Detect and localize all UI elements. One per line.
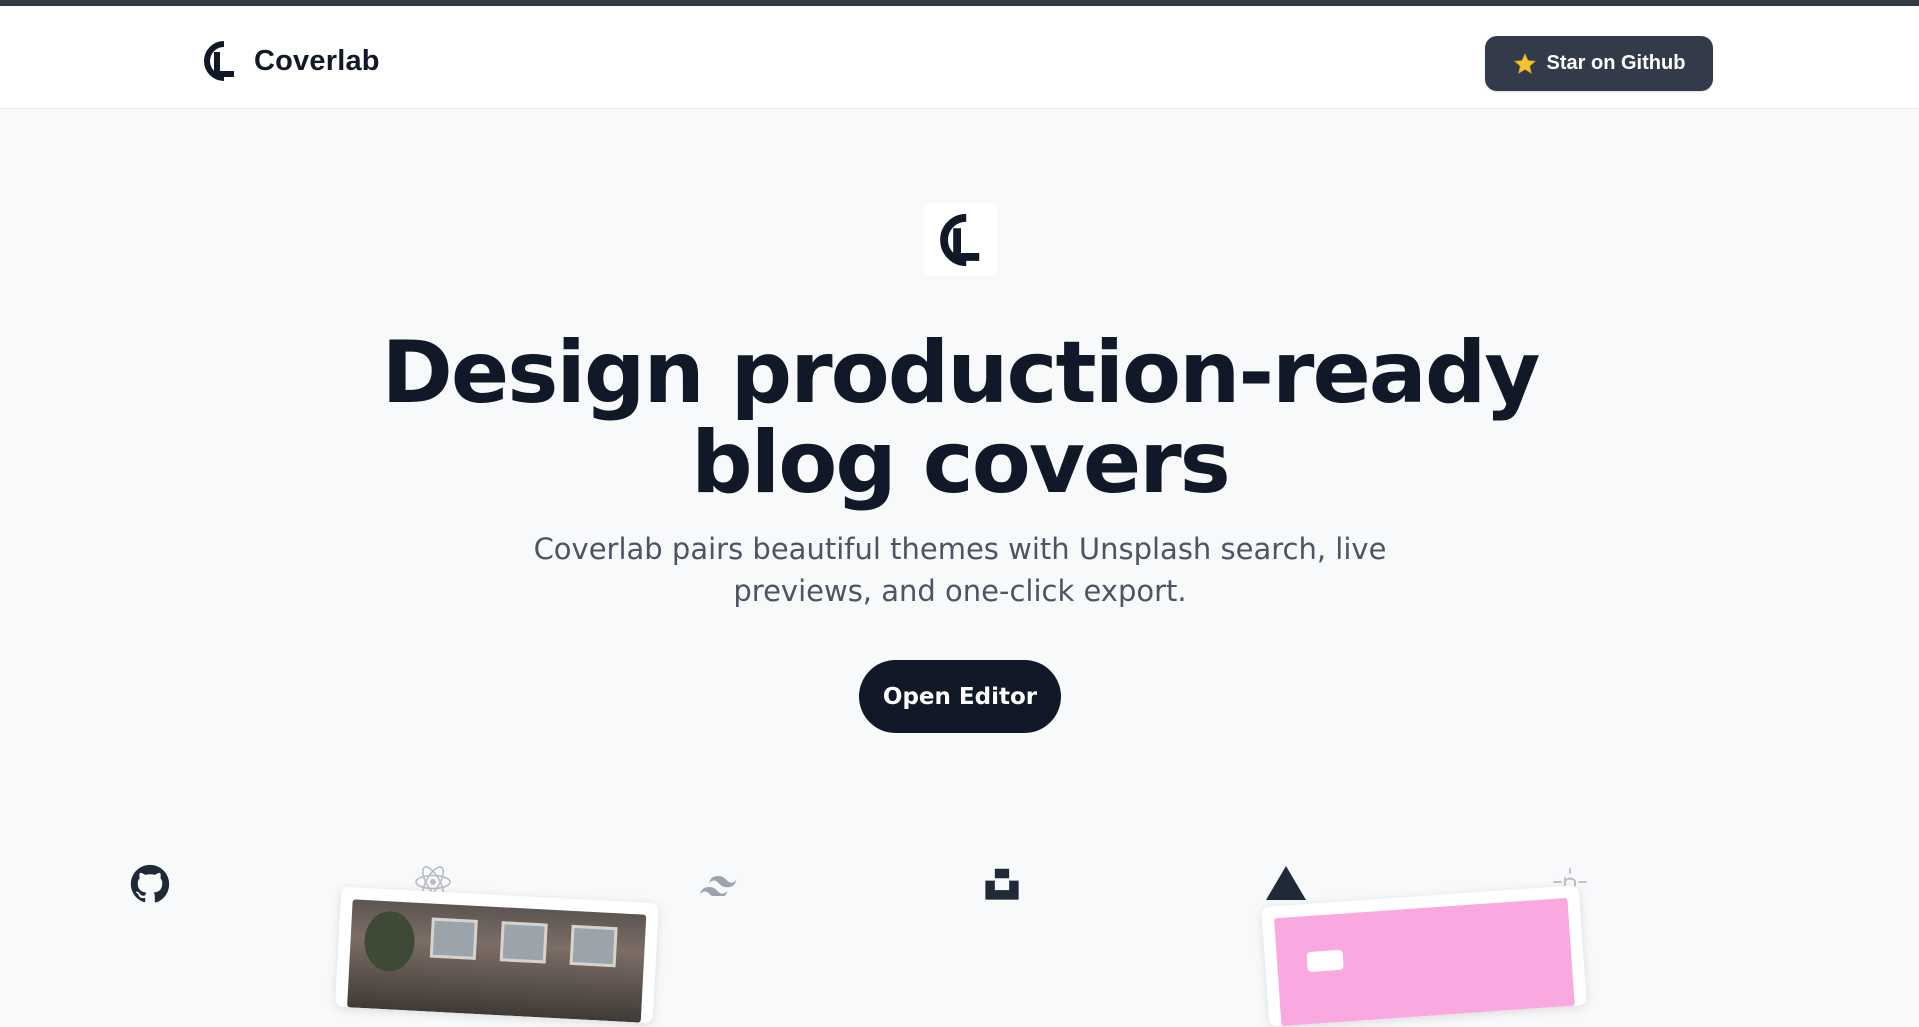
star-icon [1513,52,1536,74]
cover-pink-image [1274,897,1575,1027]
star-on-github-button[interactable]: Star on Github [1485,36,1713,91]
star-button-label: Star on Github [1546,52,1686,74]
cover-photo-image [347,899,647,1023]
open-editor-button[interactable]: Open Editor [859,660,1061,733]
brand-name: Coverlab [254,44,380,77]
coverlab-logo-icon [939,213,979,266]
vercel-icon [1266,866,1306,900]
coverlab-logo-icon [204,41,234,81]
site-header: Coverlab Star on Github [0,6,1919,109]
tailwind-icon [700,876,737,896]
unsplash-icon [985,868,1019,900]
brand-link[interactable]: Coverlab [200,36,380,86]
hero-subtitle: Coverlab pairs beautiful themes with Uns… [533,532,1387,608]
cover-preview-card[interactable] [335,886,659,1024]
cover-preview-card[interactable] [1261,885,1587,1027]
hero-logo [924,203,997,276]
github-icon [130,864,170,903]
hero-title: Design production-ready blog covers [381,323,1541,513]
